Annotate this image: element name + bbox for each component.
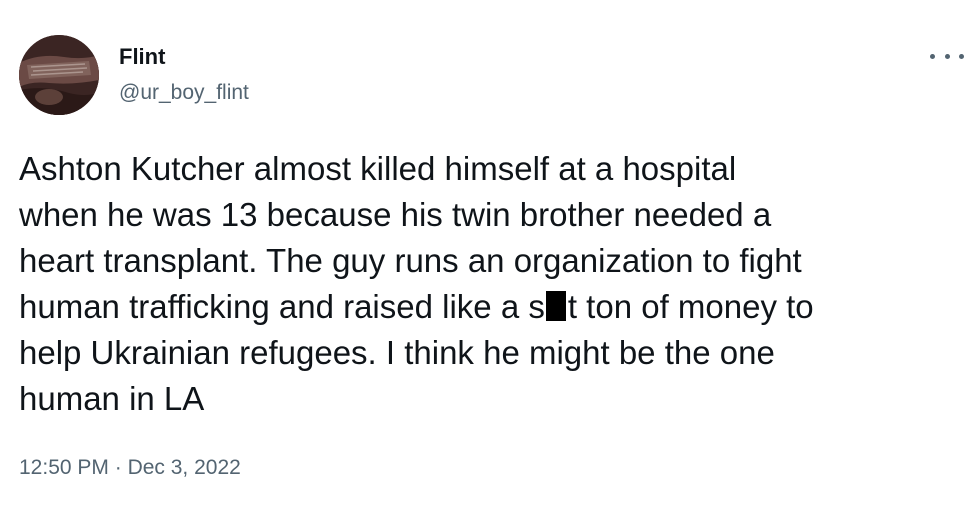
more-dot	[959, 53, 964, 59]
tweet-line: heart transplant. The guy runs an organi…	[19, 242, 802, 279]
more-options-icon[interactable]	[930, 46, 964, 66]
more-dot	[930, 53, 935, 59]
meta-separator: ·	[114, 456, 122, 479]
tweet-line: when he was 13 because his twin brother …	[19, 196, 772, 233]
tweet-text: Ashton Kutcher almost killed himself at …	[19, 146, 974, 422]
more-dot	[944, 53, 950, 59]
avatar[interactable]	[19, 35, 99, 115]
censor-bar	[545, 291, 566, 321]
tweet-line: help Ukrainian refugees. I think he migh…	[19, 334, 775, 371]
tweet-line: human in LA	[19, 380, 205, 417]
tweet-line-censored: human trafficking and raised like a s t t…	[19, 284, 974, 330]
tweet-time[interactable]: 12:50 PM	[19, 456, 109, 479]
tweet-date[interactable]: Dec 3, 2022	[128, 456, 241, 479]
tweet-line: Ashton Kutcher almost killed himself at …	[19, 150, 737, 187]
tweet-timestamp: 12:50 PM · Dec 3, 2022	[19, 455, 241, 481]
censored-text-before: human trafficking and raised like a s	[19, 288, 545, 325]
user-handle[interactable]: @ur_boy_flint	[119, 80, 249, 106]
tweet-card: Flint @ur_boy_flint Ashton Kutcher almos…	[0, 0, 980, 513]
avatar-photo-icon	[19, 35, 99, 115]
display-name[interactable]: Flint	[119, 44, 165, 70]
censored-text-after: t ton of money to	[567, 288, 814, 325]
